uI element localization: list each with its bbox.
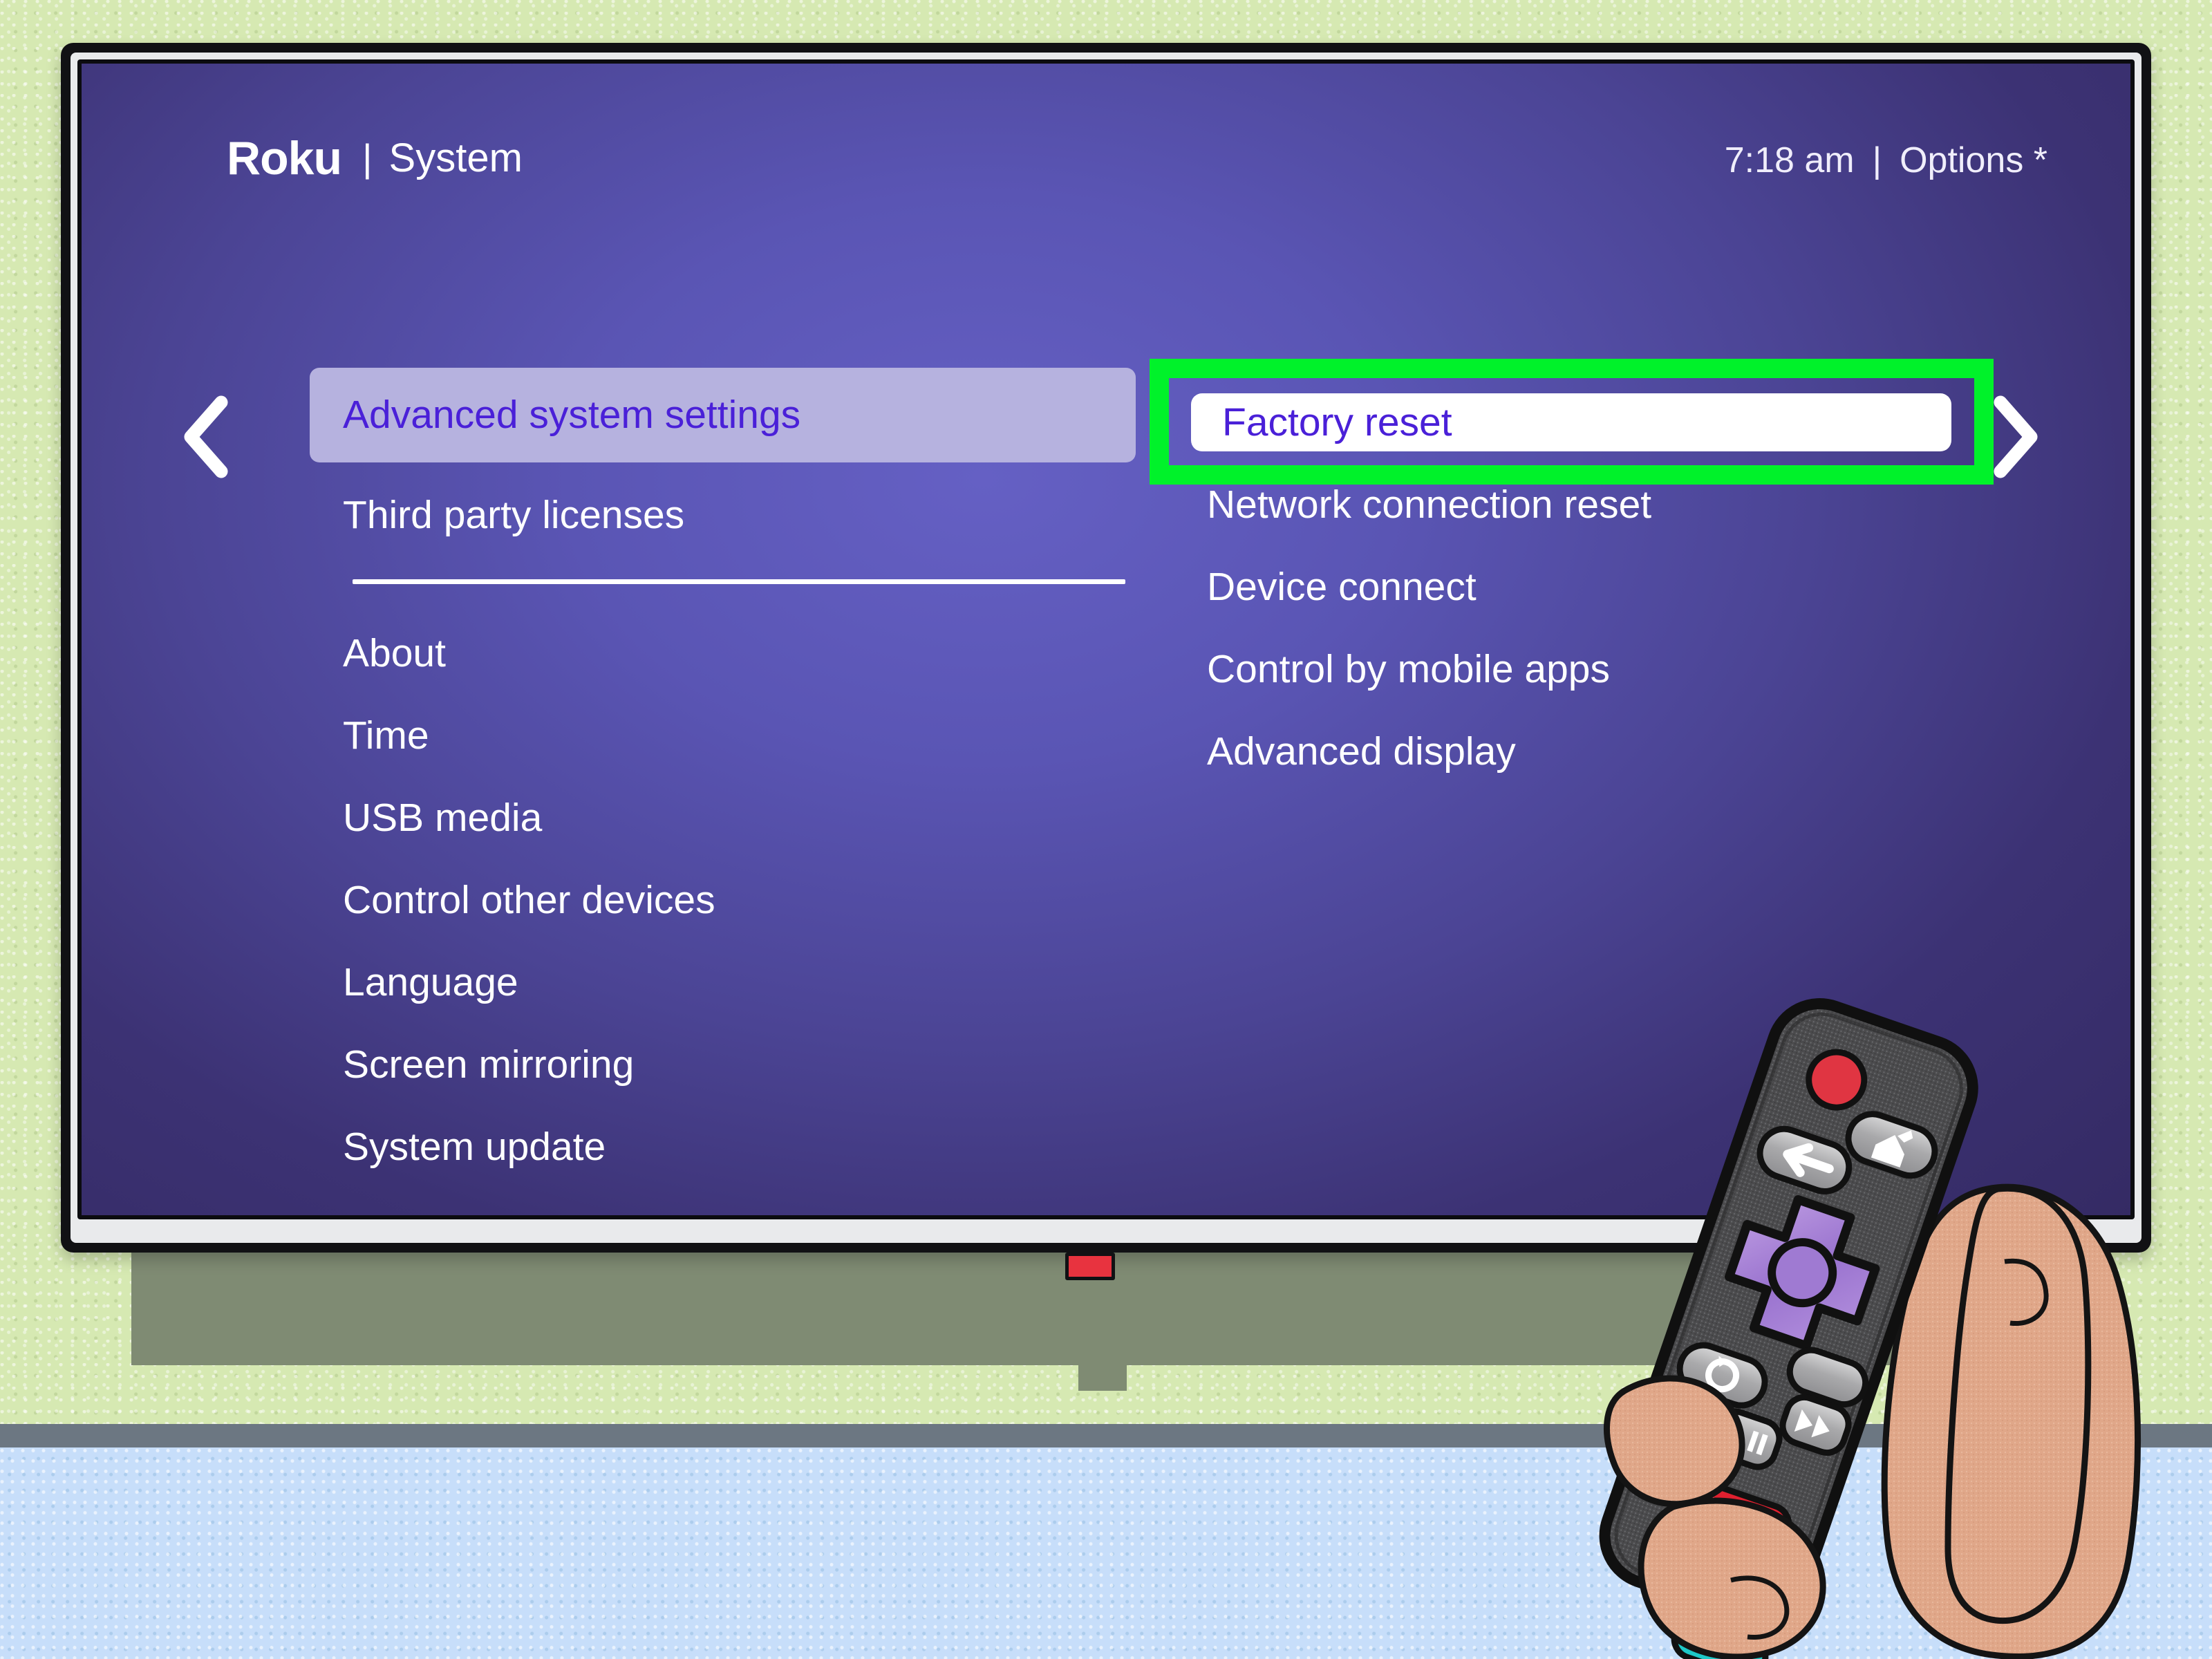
submenu-item-network-connection-reset[interactable]: Network connection reset xyxy=(1174,485,1989,525)
submenu-item-device-connect[interactable]: Device connect xyxy=(1174,568,1989,607)
options-label[interactable]: Options * xyxy=(1900,140,2047,181)
menu-item-language[interactable]: Language xyxy=(310,963,1136,1002)
submenu-item-advanced-display[interactable]: Advanced display xyxy=(1174,732,1989,771)
status-separator: | xyxy=(1872,140,1882,180)
brand-breadcrumb: Roku | System xyxy=(227,135,523,182)
room-scene: Roku | System 7:18 am | Options * Advanc… xyxy=(0,0,2212,1659)
menu-item-system-update[interactable]: System update xyxy=(310,1127,1136,1167)
submenu-item-factory-reset-label: Factory reset xyxy=(1222,400,1452,444)
menu-item-time[interactable]: Time xyxy=(310,716,1136,756)
breadcrumb-separator: | xyxy=(362,136,373,180)
page-title: System xyxy=(388,135,523,180)
menu-item-third-party-licenses[interactable]: Third party licenses xyxy=(310,496,1136,535)
menu-divider xyxy=(353,579,1125,584)
tv-stand-neck xyxy=(1078,1355,1127,1391)
menu-item-screen-mirroring[interactable]: Screen mirroring xyxy=(310,1045,1136,1085)
menu-item-usb-media[interactable]: USB media xyxy=(310,798,1136,838)
clock-label: 7:18 am xyxy=(1724,140,1855,180)
tv-power-led xyxy=(1065,1253,1115,1280)
system-menu-left: Advanced system settings Third party lic… xyxy=(310,368,1136,1167)
chevron-right-icon[interactable] xyxy=(1989,395,2041,478)
roku-logo: Roku xyxy=(227,132,342,185)
menu-item-advanced-system-settings[interactable]: Advanced system settings xyxy=(310,368,1136,462)
submenu-item-control-by-mobile-apps[interactable]: Control by mobile apps xyxy=(1174,650,1989,689)
status-bar: 7:18 am | Options * xyxy=(1725,140,2047,181)
thumb xyxy=(1603,1375,1745,1508)
menu-item-control-other-devices[interactable]: Control other devices xyxy=(310,881,1136,920)
index-finger xyxy=(1944,1185,2092,1624)
roku-remote-and-hand: NETFLIX amazon rdio vudu xyxy=(1583,982,2212,1659)
chevron-left-icon[interactable] xyxy=(178,395,229,478)
menu-item-about[interactable]: About xyxy=(310,634,1136,673)
